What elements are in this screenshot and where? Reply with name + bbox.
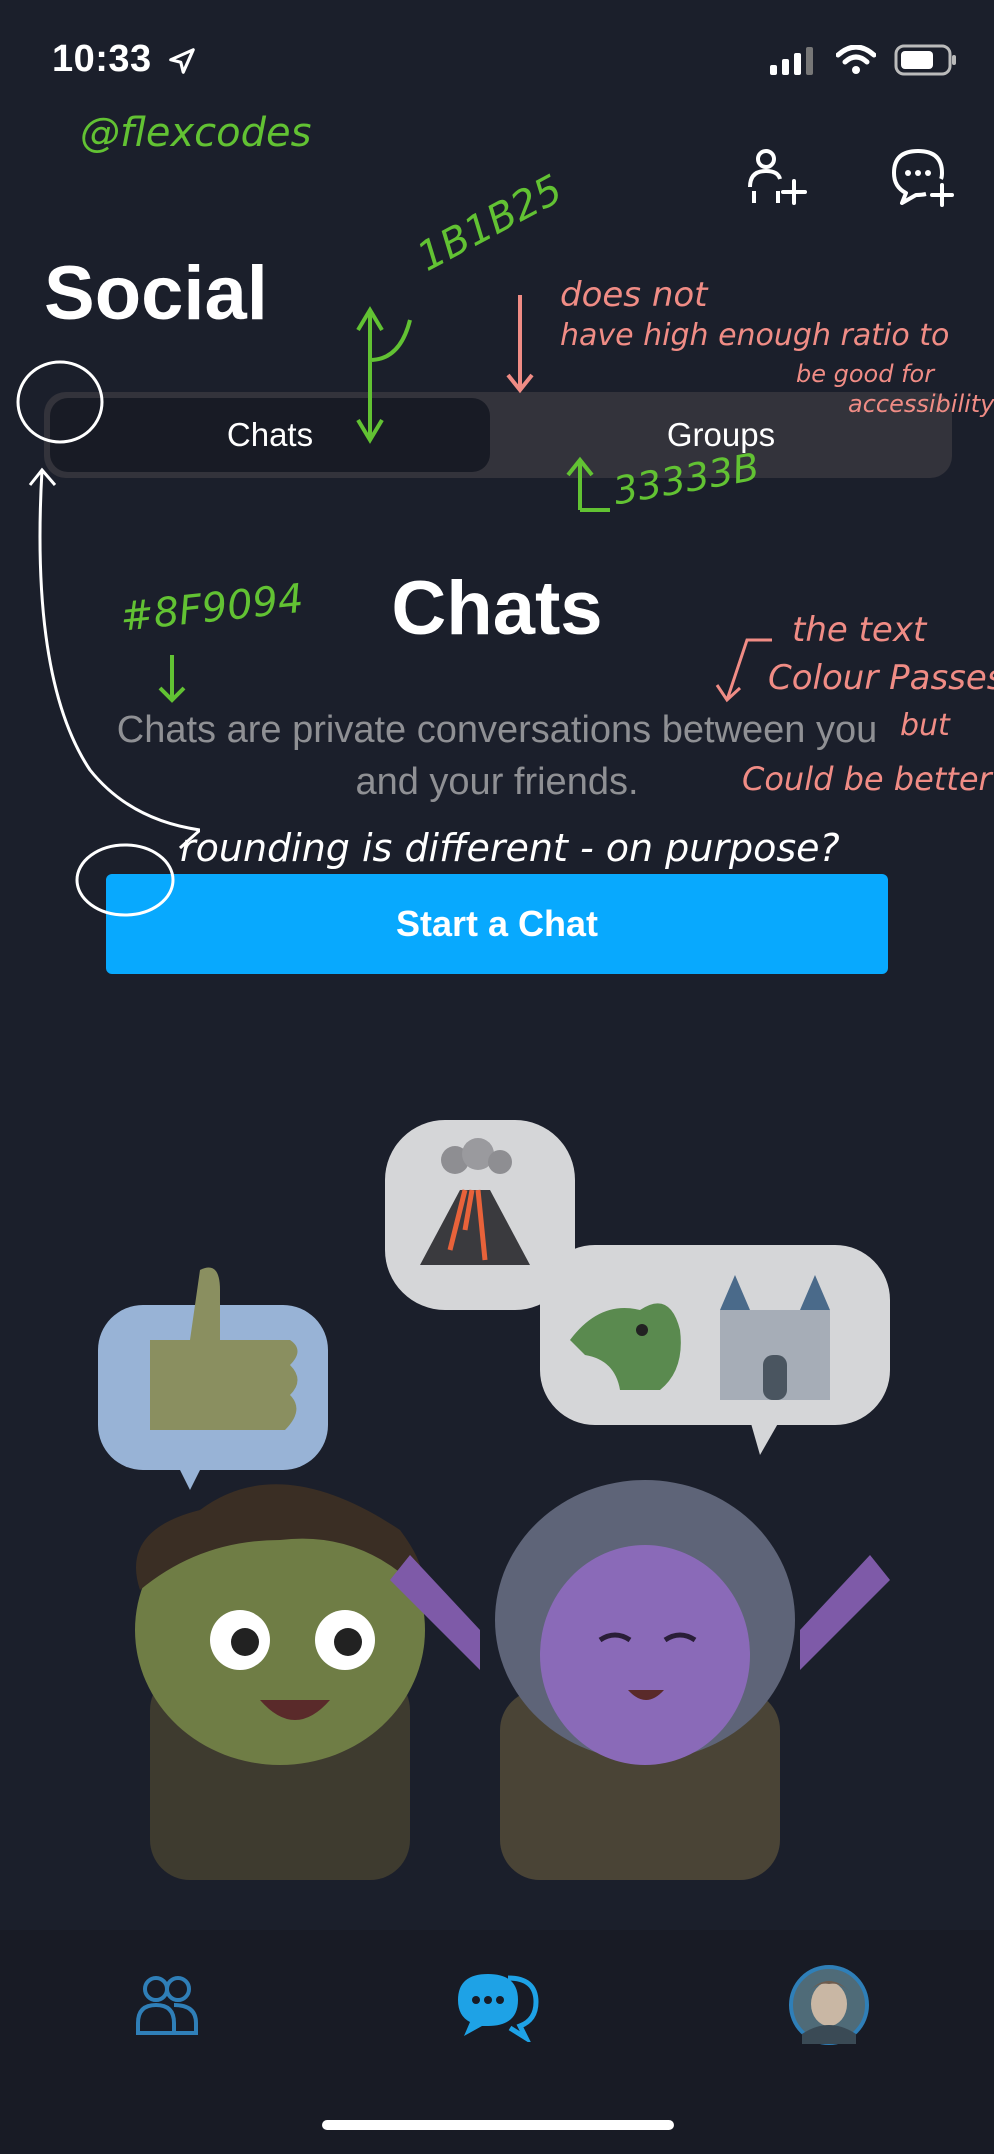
battery-icon <box>894 44 956 76</box>
tab-profile[interactable] <box>784 1960 874 2050</box>
status-time: 10:33 <box>52 38 197 81</box>
start-chat-button[interactable]: Start a Chat <box>106 874 888 974</box>
annotation-contrast-2: have high enough ratio to <box>560 318 950 353</box>
wifi-icon <box>836 45 876 74</box>
page-title: Social <box>44 251 268 336</box>
chats-icon <box>458 1974 539 2042</box>
avatar <box>789 1965 869 2045</box>
friends-icon <box>136 1976 198 2035</box>
add-friend-icon <box>748 149 807 205</box>
annotation-contrast-3: be good for <box>796 360 935 388</box>
annotation-text-note-4: Could be better <box>742 760 992 798</box>
annotation-arrow-green <box>356 306 412 444</box>
annotation-active-hex: 1B1B25 <box>410 166 570 281</box>
new-chat-icon <box>892 149 954 207</box>
new-chat-button[interactable] <box>884 140 958 214</box>
start-chat-label: Start a Chat <box>395 903 599 944</box>
goblin-character <box>135 1484 425 1880</box>
annotation-arrow-pink <box>506 295 534 394</box>
annotation-arrow-green-2 <box>566 456 610 512</box>
cellular-signal-icon <box>770 47 813 75</box>
status-icons <box>768 44 958 76</box>
annotation-signature: @flexcodes <box>80 110 312 156</box>
home-indicator[interactable] <box>322 2120 674 2130</box>
annotation-text-note-3: but <box>900 708 950 743</box>
add-friend-button[interactable] <box>738 140 812 214</box>
annotation-contrast-4: accessibility <box>848 390 994 418</box>
location-arrow-icon <box>168 48 195 74</box>
annotation-arrow-pink-2 <box>715 638 772 703</box>
thumbs-up-bubble <box>98 1267 328 1490</box>
tab-chats-nav[interactable] <box>452 1960 542 2050</box>
annotation-rounding-marks <box>16 360 200 917</box>
dragon-castle-bubble <box>540 1245 890 1455</box>
tab-chats-label: Chats <box>226 416 314 453</box>
purple-character <box>390 1480 890 1880</box>
annotation-text-note-2: Colour Passes <box>768 658 994 698</box>
tab-groups-label: Groups <box>666 416 776 453</box>
annotation-text-note-1: the text <box>792 610 927 650</box>
annotation-contrast-1: does not <box>560 275 708 315</box>
chat-illustration <box>98 1120 890 1880</box>
tab-friends[interactable] <box>122 1960 212 2050</box>
annotation-rounding: rounding is different - on purpose? <box>180 826 840 870</box>
